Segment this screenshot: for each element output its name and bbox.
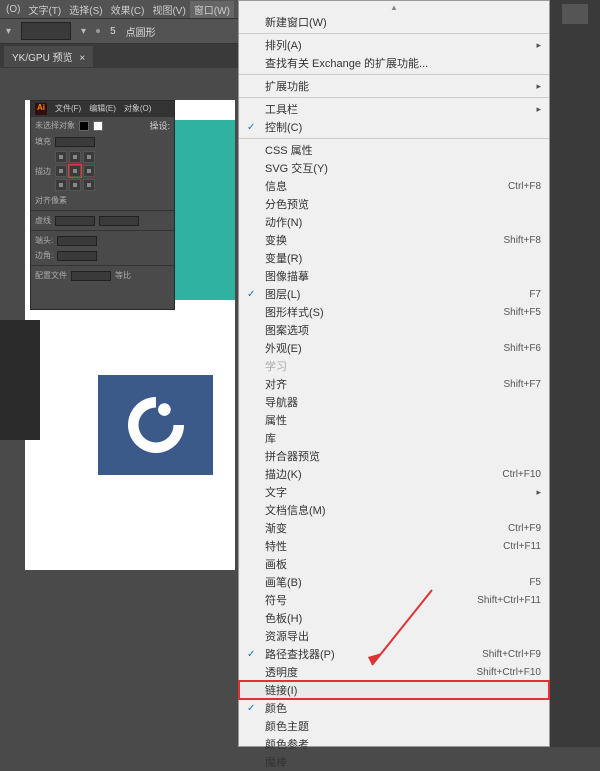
check-icon: ✓ bbox=[247, 122, 255, 133]
properties-panel[interactable]: Ai 文件(F) 编辑(E) 对象(O) 未选择对象 操设: 填充 描边 对齐像素… bbox=[30, 100, 175, 310]
menu-control[interactable]: ✓控制(C) bbox=[239, 118, 549, 136]
menu-transform[interactable]: 变换Shift+F8 bbox=[239, 231, 549, 249]
menu-color-themes[interactable]: 颜色主题 bbox=[239, 717, 549, 735]
menu-stroke[interactable]: 描边(K)Ctrl+F10 bbox=[239, 465, 549, 483]
menu-appearance[interactable]: 外观(E)Shift+F6 bbox=[239, 339, 549, 357]
chevron-down-icon[interactable]: ▾ bbox=[81, 26, 86, 37]
check-icon: ✓ bbox=[247, 703, 255, 714]
menu-asset-export[interactable]: 资源导出 bbox=[239, 627, 549, 645]
join-input[interactable] bbox=[57, 251, 97, 261]
menu-pattern-options[interactable]: 图案选项 bbox=[239, 321, 549, 339]
fill-label: 填充 bbox=[35, 136, 51, 147]
menu-find-extensions[interactable]: 查找有关 Exchange 的扩展功能... bbox=[239, 54, 549, 72]
menu-color[interactable]: ✓颜色 bbox=[239, 699, 549, 717]
menu-live-paint[interactable]: 特性Ctrl+F11 bbox=[239, 537, 549, 555]
menu-symbols[interactable]: 符号Shift+Ctrl+F11 bbox=[239, 591, 549, 609]
menu-variables[interactable]: 变量(R) bbox=[239, 249, 549, 267]
menu-pathfinder[interactable]: ✓路径查找器(P)Shift+Ctrl+F9 bbox=[239, 645, 549, 663]
menu-type[interactable]: 文字(T) bbox=[24, 1, 65, 18]
menu-actions[interactable]: 动作(N) bbox=[239, 213, 549, 231]
menu-align[interactable]: 对齐Shift+F7 bbox=[239, 375, 549, 393]
menu-new-window[interactable]: 新建窗口(W) bbox=[239, 13, 549, 31]
menu-extensions[interactable]: 扩展功能 bbox=[239, 77, 549, 95]
menu-links[interactable]: 链接(I) bbox=[239, 681, 549, 699]
menu-transparency[interactable]: 透明度Shift+Ctrl+F10 bbox=[239, 663, 549, 681]
no-selection-label: 未选择对象 bbox=[35, 120, 75, 131]
ai-logo-icon: Ai bbox=[35, 103, 47, 115]
stroke-value: 5 bbox=[110, 26, 116, 37]
stroke-unit-label: 点圆形 bbox=[126, 24, 156, 39]
menu-css-properties[interactable]: CSS 属性 bbox=[239, 141, 549, 159]
chevron-down-icon[interactable]: ▾ bbox=[6, 26, 11, 37]
dock-icon[interactable] bbox=[562, 4, 588, 24]
menu-libraries[interactable]: 库 bbox=[239, 429, 549, 447]
doc-tab[interactable]: YK/GPU 预览 × bbox=[4, 46, 93, 67]
check-icon: ✓ bbox=[247, 289, 255, 300]
menu-document-info[interactable]: 文档信息(M) bbox=[239, 501, 549, 519]
dark-panel-strip bbox=[0, 320, 40, 440]
menu-arrange[interactable]: 排列(A) bbox=[239, 36, 549, 54]
menu-select[interactable]: 选择(S) bbox=[65, 1, 106, 18]
dot-separator bbox=[96, 29, 100, 33]
profile-input[interactable] bbox=[71, 271, 111, 281]
menu-swatches[interactable]: 色板(H) bbox=[239, 609, 549, 627]
menu-window[interactable]: 窗口(W) bbox=[190, 1, 234, 18]
menu-graphic-styles[interactable]: 图形样式(S)Shift+F5 bbox=[239, 303, 549, 321]
menu-info[interactable]: 信息Ctrl+F8 bbox=[239, 177, 549, 195]
swatch-black[interactable] bbox=[79, 121, 89, 131]
check-icon: ✓ bbox=[247, 649, 255, 660]
menu-type[interactable]: 文字 bbox=[239, 483, 549, 501]
menu-layers[interactable]: ✓图层(L)F7 bbox=[239, 285, 549, 303]
menu-color-guide[interactable]: 颜色参考 bbox=[239, 735, 549, 753]
join-label: 边角: bbox=[35, 250, 53, 261]
menu-grip: ▲ bbox=[239, 1, 549, 13]
dashed-checkbox-label[interactable]: 虚线 bbox=[35, 215, 51, 226]
logo-swirl-icon bbox=[121, 390, 191, 460]
tab-label: YK/GPU 预览 bbox=[12, 53, 73, 64]
dash-input[interactable] bbox=[99, 216, 139, 226]
panel-tab[interactable]: 对象(O) bbox=[124, 103, 152, 115]
right-dock bbox=[550, 0, 600, 747]
cap-label: 端头: bbox=[35, 235, 53, 246]
cap-input[interactable] bbox=[57, 236, 97, 246]
swatch-white[interactable] bbox=[93, 121, 103, 131]
alignment-grid[interactable] bbox=[55, 151, 95, 191]
panel-tab[interactable]: 编辑(E) bbox=[89, 103, 116, 115]
menu-view[interactable]: 视图(V) bbox=[148, 1, 189, 18]
menu-artboards[interactable]: 画板 bbox=[239, 555, 549, 573]
menu-toolbar[interactable]: 工具栏 bbox=[239, 100, 549, 118]
teal-rectangle bbox=[175, 120, 235, 300]
menu-separations-preview[interactable]: 分色预览 bbox=[239, 195, 549, 213]
blue-logo-artwork bbox=[98, 375, 213, 475]
panel-tab[interactable]: 文件(F) bbox=[55, 103, 81, 115]
fill-color-well[interactable] bbox=[21, 22, 71, 40]
menu-o[interactable]: (O) bbox=[2, 3, 24, 16]
menu-effect[interactable]: 效果(C) bbox=[107, 1, 149, 18]
menu-attributes[interactable]: 属性 bbox=[239, 411, 549, 429]
menu-learn[interactable]: 学习 bbox=[239, 357, 549, 375]
menu-magic-wand[interactable]: 魔棒 bbox=[239, 753, 549, 771]
menu-gradient[interactable]: 渐变Ctrl+F9 bbox=[239, 519, 549, 537]
stroke-label: 描边 bbox=[35, 166, 51, 177]
menu-navigator[interactable]: 导航器 bbox=[239, 393, 549, 411]
dash-input[interactable] bbox=[55, 216, 95, 226]
menu-svg-interactivity[interactable]: SVG 交互(Y) bbox=[239, 159, 549, 177]
close-icon[interactable]: × bbox=[79, 53, 85, 64]
menu-flattener-preview[interactable]: 拼合器预览 bbox=[239, 447, 549, 465]
align-pixel-label: 对齐像素 bbox=[35, 195, 67, 206]
fill-input[interactable] bbox=[55, 137, 95, 147]
window-menu-dropdown[interactable]: ▲ 新建窗口(W) 排列(A) 查找有关 Exchange 的扩展功能... 扩… bbox=[238, 0, 550, 747]
profile-label: 配置文件 bbox=[35, 270, 67, 281]
scale-label: 等比 bbox=[115, 270, 131, 281]
menu-image-trace[interactable]: 图像描摹 bbox=[239, 267, 549, 285]
menu-brushes[interactable]: 画笔(B)F5 bbox=[239, 573, 549, 591]
preset-label: 操设: bbox=[149, 119, 170, 132]
